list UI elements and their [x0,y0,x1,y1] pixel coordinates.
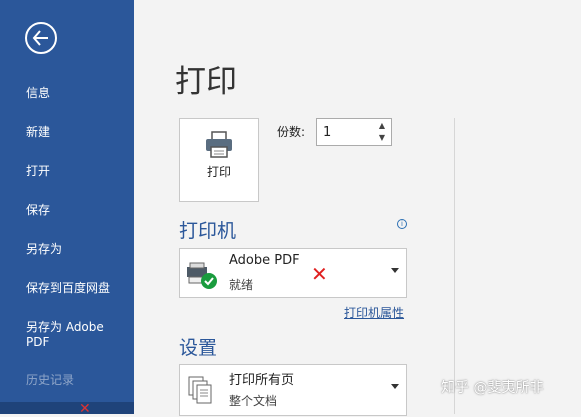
nav-item-save[interactable]: 保存 [26,203,126,218]
print-button-label: 打印 [206,165,231,179]
printer-status: 就绪 [229,278,254,292]
nav-item-save-as[interactable]: 另存为 [26,242,126,257]
nav-item-save-as-adobe-pdf[interactable]: 另存为 Adobe PDF [26,320,118,350]
print-button[interactable]: 打印 [179,118,259,202]
info-icon[interactable]: i [397,219,407,229]
pages-setting-sub: 整个文档 [229,394,278,408]
printer-properties-link[interactable]: 打印机属性 [344,304,404,321]
pages-setting-title: 打印所有页 [229,373,295,388]
nav-item-save-to-baidu[interactable]: 保存到百度网盘 [26,281,126,296]
spin-down-icon[interactable]: ▼ [375,132,389,144]
chevron-down-icon [391,384,399,389]
chevron-down-icon [391,268,399,273]
printer-name: Adobe PDF [229,253,300,268]
error-x-icon: ✕ [311,262,328,286]
page-title: 打印 [175,64,237,100]
spin-up-icon[interactable]: ▲ [375,120,389,132]
backstage-sidebar: 信息 新建 打开 保存 另存为 保存到百度网盘 另存为 Adobe PDF 历史… [0,0,134,417]
watermark: 知乎 @斐夷所非 [441,380,544,396]
close-mark-icon: ✕ [79,401,91,417]
nav-item-print-selected[interactable] [0,402,134,414]
printer-ready-icon [187,262,217,289]
nav-item-history[interactable]: 历史记录 [26,373,126,388]
pages-icon [188,376,212,404]
back-arrow-icon [32,30,48,46]
copies-label: 份数: [277,125,306,139]
copies-value[interactable]: 1 [323,125,331,140]
nav-item-open[interactable]: 打开 [26,164,126,179]
back-button[interactable] [25,22,57,54]
preview-divider [454,118,455,414]
printer-icon [206,131,232,158]
nav-item-info[interactable]: 信息 [26,86,126,101]
settings-section-heading: 设置 [179,337,218,359]
copies-stepper[interactable]: 1 ▲ ▼ [316,118,392,146]
printer-section-heading: 打印机 [179,220,237,242]
pages-setting-dropdown[interactable]: 打印所有页 整个文档 [179,364,407,416]
nav-item-new[interactable]: 新建 [26,125,126,140]
printer-dropdown[interactable]: Adobe PDF 就绪 [179,248,407,298]
